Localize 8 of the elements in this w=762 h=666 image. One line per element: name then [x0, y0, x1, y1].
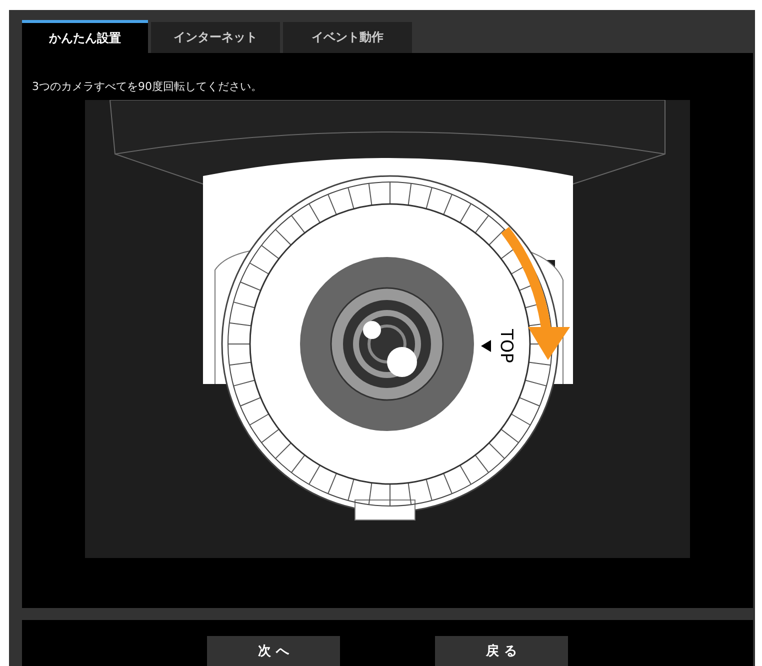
top-label: TOP — [496, 328, 516, 364]
tab[interactable]: イベント動作 — [283, 22, 412, 53]
tab[interactable]: インターネット — [151, 22, 280, 53]
triangle-icon — [481, 340, 491, 352]
instruction-text: 3つのカメラすべてを90度回転してください。 — [32, 80, 262, 94]
next-button[interactable]: 次 へ — [207, 636, 340, 666]
tab[interactable]: かんたん設置 — [22, 20, 148, 53]
back-button[interactable]: 戻 る — [435, 636, 568, 666]
